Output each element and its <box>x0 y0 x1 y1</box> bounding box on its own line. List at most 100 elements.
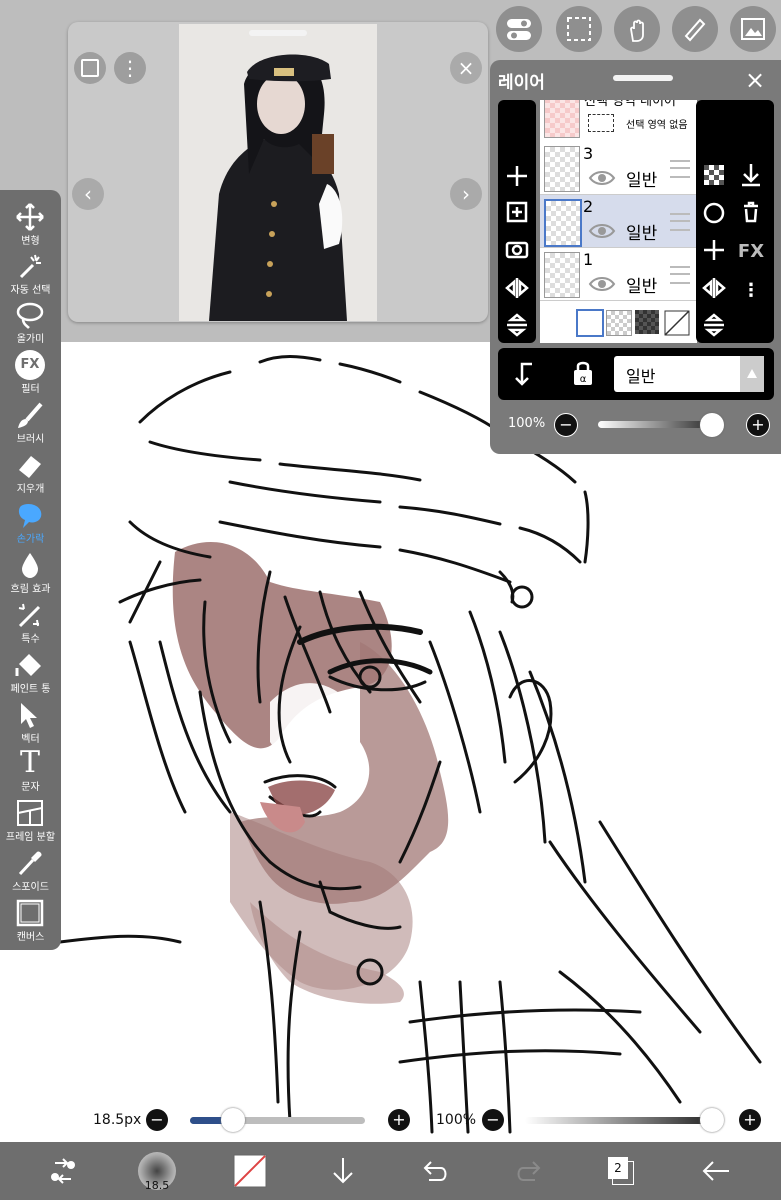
layer-number: 1 <box>583 250 594 269</box>
undo-button[interactable] <box>418 1142 454 1200</box>
selection-button[interactable] <box>556 6 602 52</box>
hand-icon <box>630 19 644 42</box>
layer-blend-mode: 일반 <box>626 171 658 191</box>
tool-label: 문자 <box>21 782 40 793</box>
bg-white-swatch[interactable] <box>576 309 604 337</box>
layer-row[interactable]: 1 일반 <box>540 248 697 301</box>
flip-icon <box>702 278 726 298</box>
bg-transparent-swatch[interactable] <box>606 310 632 336</box>
back-arrow-icon <box>702 1161 729 1181</box>
drag-handle-icon[interactable] <box>670 160 690 178</box>
tool-filter[interactable]: FX 필터 <box>0 348 61 398</box>
selection-layer-row[interactable]: 선택 영역 레이어 선택 영역 없음 <box>540 100 697 143</box>
eraser-icon <box>19 456 41 478</box>
tool-vector[interactable]: 벡터 <box>0 698 61 748</box>
ref-menu-button[interactable]: ⋮ <box>114 52 146 84</box>
arrow-down-icon <box>333 1158 353 1184</box>
brush-preview-button[interactable]: 18.5 <box>136 1142 178 1200</box>
brush-opacity-slider[interactable] <box>525 1117 715 1124</box>
brush-icon <box>18 402 43 428</box>
tool-label: 올가미 <box>16 334 45 345</box>
ruler-button[interactable] <box>672 6 718 52</box>
layer-row-selected[interactable]: 2 일반 <box>540 195 697 248</box>
magic-wand-icon <box>19 254 41 279</box>
tool-brush[interactable]: 브러시 <box>0 398 61 448</box>
special-icon <box>18 603 41 628</box>
tool-frame-divider[interactable]: 프레임 분할 <box>0 796 61 846</box>
back-button[interactable] <box>698 1142 734 1200</box>
tool-paint-bucket[interactable]: 페인트 통 <box>0 648 61 698</box>
layer-opacity-plus[interactable]: + <box>746 413 770 437</box>
tool-blur[interactable]: 흐림 효과 <box>0 548 61 598</box>
ref-prev-button[interactable]: ‹ <box>72 178 104 210</box>
blur-drop-icon <box>22 553 38 578</box>
layer-thumb <box>544 146 580 192</box>
tool-lasso[interactable]: 올가미 <box>0 298 61 348</box>
layer-number: 2 <box>583 197 594 216</box>
tool-eraser[interactable]: 지우개 <box>0 448 61 498</box>
canvas-icon <box>16 899 44 927</box>
tool-label: 필터 <box>21 384 40 395</box>
ref-next-button[interactable]: › <box>450 178 482 210</box>
eye-icon[interactable] <box>588 274 616 294</box>
layer-list: 선택 영역 레이어 선택 영역 없음 3 일반 2 일반 1 일반 <box>540 100 697 343</box>
redo-button[interactable] <box>510 1142 546 1200</box>
material-button[interactable] <box>730 6 776 52</box>
brush-size-plus[interactable]: + <box>388 1109 410 1131</box>
layers-button[interactable]: 2 <box>604 1142 638 1200</box>
layer-opacity-knob[interactable] <box>700 413 724 437</box>
ref-fit-button[interactable] <box>74 52 106 84</box>
brush-size-knob[interactable] <box>221 1108 245 1132</box>
tool-finger[interactable]: 손가락 <box>0 498 61 548</box>
left-toolbar: 변형 자동 선택 올가미 FX 필터 브러시 지우개 손가락 흐림 효과 특수 … <box>0 190 61 950</box>
drawing-canvas[interactable] <box>0 342 781 1142</box>
layer-row[interactable]: 3 일반 <box>540 142 697 195</box>
brush-opacity-knob[interactable] <box>700 1108 724 1132</box>
layer-blend-mode: 일반 <box>626 277 658 297</box>
drag-handle-icon[interactable] <box>670 213 690 231</box>
gesture-button[interactable] <box>614 6 660 52</box>
eye-icon[interactable] <box>588 168 616 188</box>
tool-label: 변형 <box>21 236 40 247</box>
image-icon <box>741 18 765 40</box>
color-button[interactable] <box>230 1142 270 1200</box>
brush-opacity-minus[interactable]: − <box>482 1109 504 1131</box>
layer-opacity-minus[interactable]: − <box>554 413 578 437</box>
tool-move[interactable]: 변형 <box>0 200 61 250</box>
selection-icon <box>567 17 591 41</box>
reference-window[interactable]: ⋮ × ‹ › <box>68 22 488 322</box>
tool-label: 페인트 통 <box>10 684 51 695</box>
clipping-icon[interactable] <box>512 360 542 388</box>
blend-mode-select[interactable]: 일반 <box>614 356 764 392</box>
toggle-settings-button[interactable] <box>496 6 542 52</box>
brush-size-minus[interactable]: − <box>146 1109 168 1131</box>
more-icon: ⋮ <box>742 280 760 301</box>
layer-blend-mode: 일반 <box>626 224 658 244</box>
layer-thumb <box>544 199 582 247</box>
reference-grabber[interactable] <box>249 30 307 36</box>
tool-text[interactable]: T 문자 <box>0 746 61 796</box>
tool-special[interactable]: 특수 <box>0 598 61 648</box>
layer-panel-title: 레이어 <box>498 73 545 93</box>
bg-dark-swatch[interactable] <box>635 310 659 334</box>
drag-handle-icon[interactable] <box>670 266 690 284</box>
brush-color-swap-button[interactable] <box>40 1142 86 1200</box>
bg-none-swatch[interactable] <box>664 310 690 336</box>
eyedropper-icon <box>18 851 42 876</box>
eye-icon[interactable] <box>588 221 616 241</box>
layer-panel-close-button[interactable]: × <box>745 66 765 94</box>
tool-eyedropper[interactable]: 스포이드 <box>0 846 61 896</box>
layer-panel-grabber[interactable] <box>613 75 673 81</box>
merge-down-icon <box>704 313 724 337</box>
tool-magic-wand[interactable]: 자동 선택 <box>0 249 61 299</box>
alpha-lock-icon[interactable]: α <box>568 358 598 388</box>
layer-panel: 레이어 × 선택 영역 레이어 선택 영역 없음 3 일반 2 일반 1 일반 … <box>490 60 781 454</box>
ruler-icon <box>684 18 706 42</box>
ref-close-button[interactable]: × <box>450 52 482 84</box>
tool-canvas[interactable]: 캔버스 <box>0 896 61 946</box>
undo-icon <box>423 1161 447 1181</box>
brush-opacity-plus[interactable]: + <box>739 1109 761 1131</box>
add-layer-icon <box>507 166 527 186</box>
move-down-button[interactable] <box>326 1142 360 1200</box>
tool-label: 지우개 <box>16 484 45 495</box>
